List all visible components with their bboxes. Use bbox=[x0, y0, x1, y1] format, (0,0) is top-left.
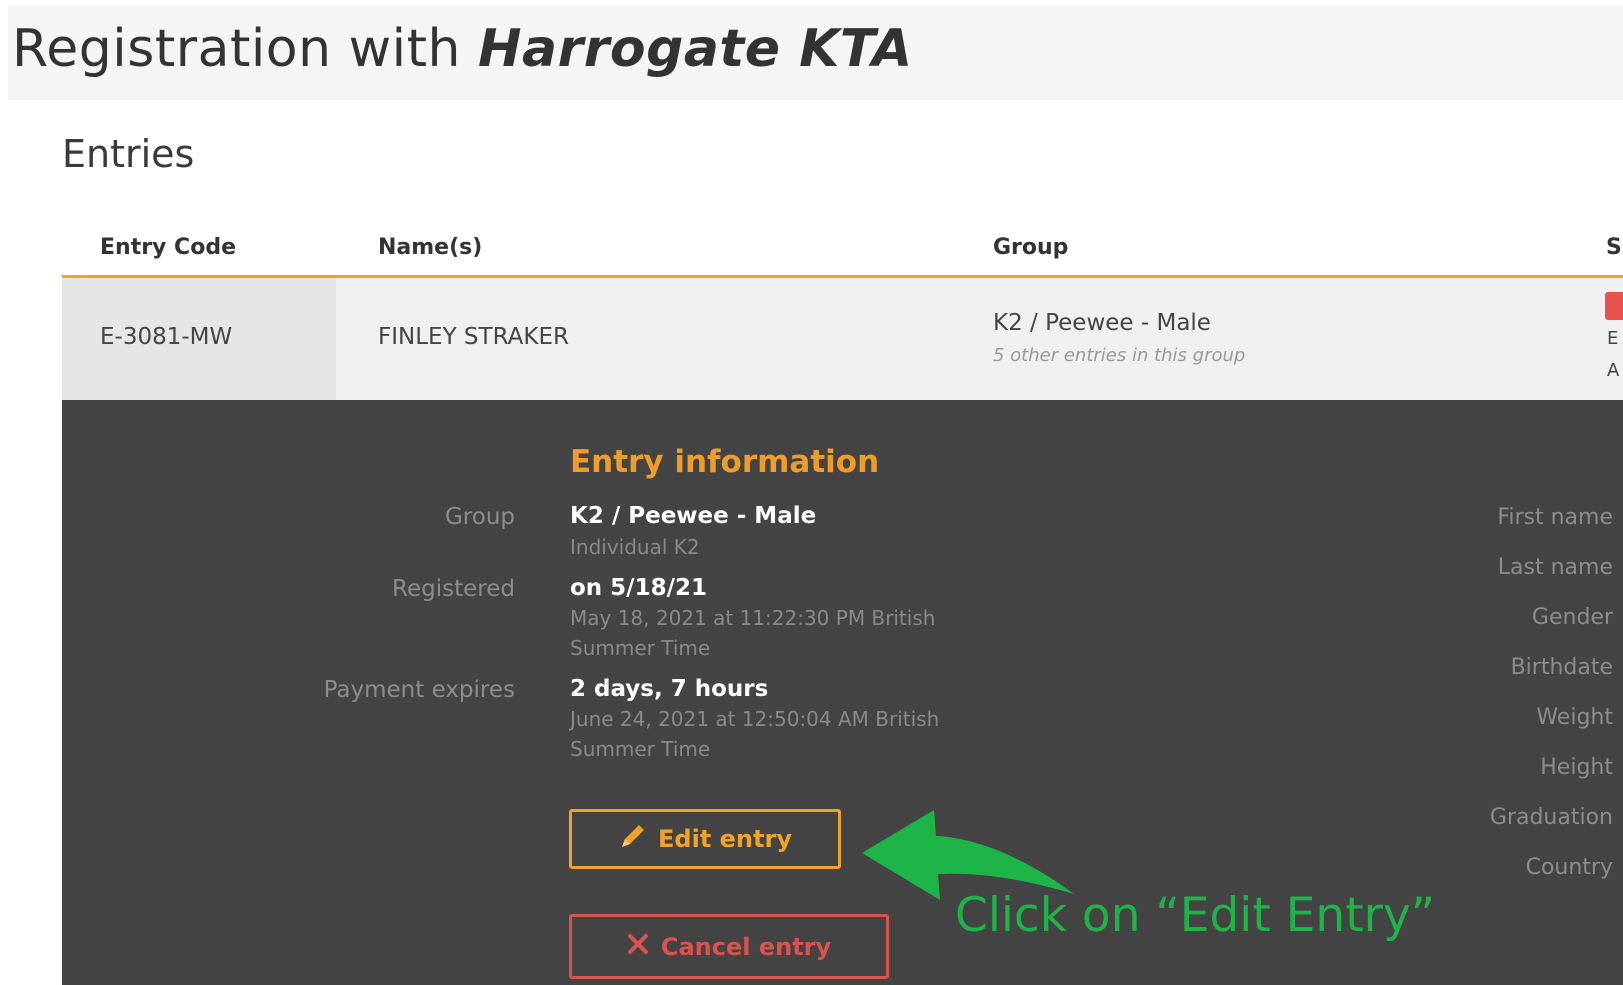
page-title-prefix: Registration with bbox=[12, 19, 461, 79]
birthdate-label: Birthdate bbox=[1510, 655, 1613, 680]
entry-group: K2 / Peewee - Male bbox=[993, 310, 1211, 336]
gender-label: Gender bbox=[1531, 605, 1613, 630]
status-text-line-1: E bbox=[1607, 328, 1619, 349]
edit-entry-label: Edit entry bbox=[658, 825, 792, 853]
column-header-entry-code: Entry Code bbox=[100, 235, 236, 260]
group-entry-count: 5 other entries in this group bbox=[993, 345, 1246, 366]
payment-expires-timezone: Summer Time bbox=[570, 737, 711, 761]
organization-name: Harrogate KTA bbox=[477, 19, 913, 79]
status-badge bbox=[1605, 292, 1623, 320]
country-label: Country bbox=[1525, 855, 1613, 880]
cancel-entry-button[interactable]: Cancel entry bbox=[569, 914, 889, 979]
payment-expires-timestamp: June 24, 2021 at 12:50:04 AM British bbox=[570, 707, 940, 731]
registered-label: Registered bbox=[392, 576, 515, 602]
entry-name: FINLEY STRAKER bbox=[378, 324, 569, 350]
registered-value: on 5/18/21 bbox=[570, 575, 708, 601]
cancel-entry-label: Cancel entry bbox=[660, 932, 832, 961]
group-value: K2 / Peewee - Male bbox=[570, 503, 817, 529]
registered-timezone: Summer Time bbox=[570, 636, 711, 660]
column-header-names: Name(s) bbox=[378, 235, 483, 260]
height-label: Height bbox=[1540, 755, 1613, 780]
registered-timestamp: May 18, 2021 at 11:22:30 PM British bbox=[570, 606, 936, 630]
payment-expires-label: Payment expires bbox=[323, 677, 515, 703]
payment-expires-value: 2 days, 7 hours bbox=[570, 676, 769, 702]
entry-code: E-3081-MW bbox=[100, 324, 233, 350]
first-name-label: First name bbox=[1497, 505, 1613, 530]
page-title: Registration with Harrogate KTA bbox=[12, 14, 913, 84]
column-header-status: S bbox=[1606, 235, 1622, 260]
graduation-label: Graduation bbox=[1489, 805, 1613, 830]
last-name-label: Last name bbox=[1497, 555, 1613, 580]
edit-entry-button[interactable]: Edit entry bbox=[569, 809, 841, 869]
group-type: Individual K2 bbox=[570, 535, 700, 559]
section-title: Entries bbox=[62, 132, 195, 176]
entry-information-heading: Entry information bbox=[570, 444, 880, 480]
weight-label: Weight bbox=[1536, 705, 1613, 730]
x-icon bbox=[627, 933, 649, 961]
instruction-annotation: Click on “Edit Entry” bbox=[955, 888, 1436, 943]
column-header-group: Group bbox=[993, 235, 1069, 260]
pencil-icon bbox=[618, 821, 648, 857]
group-label: Group bbox=[444, 504, 515, 530]
status-text-line-2: A bbox=[1607, 360, 1620, 381]
